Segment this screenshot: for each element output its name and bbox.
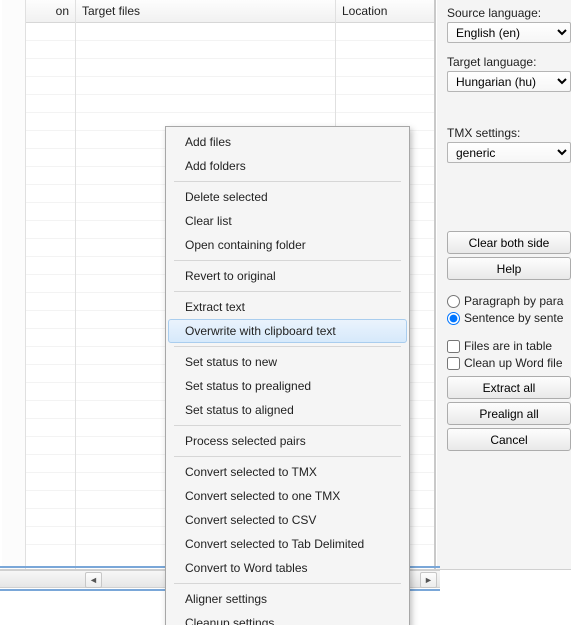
help-button[interactable]: Help: [447, 257, 571, 280]
menu-separator: [174, 181, 401, 182]
menu-process-pairs[interactable]: Process selected pairs: [168, 429, 407, 453]
source-column-header: on: [26, 0, 75, 23]
menu-convert-one-tmx[interactable]: Convert selected to one TMX: [168, 484, 407, 508]
menu-separator: [174, 456, 401, 457]
menu-revert[interactable]: Revert to original: [168, 264, 407, 288]
menu-aligner-settings[interactable]: Aligner settings: [168, 587, 407, 611]
menu-overwrite-clipboard[interactable]: Overwrite with clipboard text: [168, 319, 407, 343]
source-language-select[interactable]: English (en): [447, 22, 571, 43]
context-menu[interactable]: Add files Add folders Delete selected Cl…: [165, 126, 410, 625]
menu-extract-text[interactable]: Extract text: [168, 295, 407, 319]
menu-status-aligned[interactable]: Set status to aligned: [168, 398, 407, 422]
cleanup-word-checkbox[interactable]: Clean up Word file: [447, 356, 571, 370]
menu-delete-selected[interactable]: Delete selected: [168, 185, 407, 209]
cleanup-word-label: Clean up Word file: [464, 356, 563, 370]
target-language-select[interactable]: Hungarian (hu): [447, 71, 571, 92]
left-gutter: [0, 0, 26, 569]
clear-both-sides-button[interactable]: Clear both side: [447, 231, 571, 254]
table-row[interactable]: [336, 23, 434, 41]
menu-separator: [174, 583, 401, 584]
menu-add-files[interactable]: Add files: [168, 130, 407, 154]
menu-clear-list[interactable]: Clear list: [168, 209, 407, 233]
segmentation-sentence-radio[interactable]: Sentence by sente: [447, 311, 571, 325]
cancel-button[interactable]: Cancel: [447, 428, 571, 451]
table-row[interactable]: [76, 95, 335, 113]
source-column: on: [26, 0, 76, 569]
tmx-settings-select[interactable]: generic: [447, 142, 571, 163]
files-in-table-checkbox[interactable]: Files are in table: [447, 339, 571, 353]
menu-separator: [174, 260, 401, 261]
menu-status-new[interactable]: Set status to new: [168, 350, 407, 374]
source-rows: [26, 23, 75, 563]
table-row[interactable]: [76, 59, 335, 77]
menu-open-containing[interactable]: Open containing folder: [168, 233, 407, 257]
table-row[interactable]: [336, 77, 434, 95]
table-row[interactable]: [336, 59, 434, 77]
table-row[interactable]: [336, 95, 434, 113]
menu-add-folders[interactable]: Add folders: [168, 154, 407, 178]
extract-all-button[interactable]: Extract all: [447, 376, 571, 399]
menu-status-prealigned[interactable]: Set status to prealigned: [168, 374, 407, 398]
menu-convert-tab[interactable]: Convert selected to Tab Delimited: [168, 532, 407, 556]
menu-separator: [174, 291, 401, 292]
table-row[interactable]: [76, 77, 335, 95]
table-row[interactable]: [76, 41, 335, 59]
menu-separator: [174, 346, 401, 347]
menu-convert-word[interactable]: Convert to Word tables: [168, 556, 407, 580]
scroll-right-icon[interactable]: ►: [420, 572, 437, 588]
prealign-all-button[interactable]: Prealign all: [447, 402, 571, 425]
scroll-left-icon[interactable]: ◄: [85, 572, 102, 588]
files-in-table-label: Files are in table: [464, 339, 552, 353]
menu-cleanup-settings[interactable]: Cleanup settings: [168, 611, 407, 625]
segmentation-paragraph-radio[interactable]: Paragraph by para: [447, 294, 571, 308]
table-row[interactable]: [336, 41, 434, 59]
options-panel: Source language: English (en) Target lan…: [436, 0, 571, 569]
menu-separator: [174, 425, 401, 426]
target-files-header: Target files: [76, 0, 335, 23]
target-language-label: Target language:: [447, 55, 571, 69]
table-row[interactable]: [76, 23, 335, 41]
menu-convert-tmx[interactable]: Convert selected to TMX: [168, 460, 407, 484]
tmx-settings-label: TMX settings:: [447, 126, 571, 140]
segmentation-paragraph-label: Paragraph by para: [464, 294, 563, 308]
location-header: Location: [336, 0, 434, 23]
source-language-label: Source language:: [447, 6, 571, 20]
segmentation-sentence-label: Sentence by sente: [464, 311, 563, 325]
menu-convert-csv[interactable]: Convert selected to CSV: [168, 508, 407, 532]
